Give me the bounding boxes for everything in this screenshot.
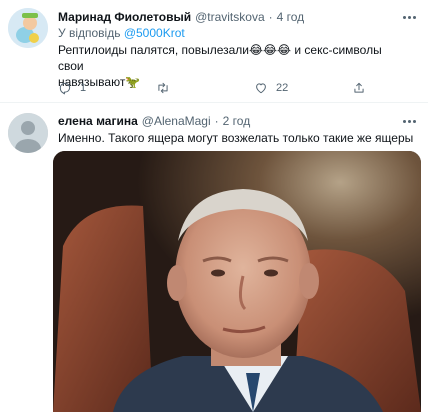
reply-count: 1 <box>80 82 87 94</box>
share-button[interactable] <box>352 80 366 96</box>
reply-icon <box>59 82 71 95</box>
reply-prefix: У відповідь <box>58 26 121 40</box>
timestamp[interactable]: 4 год <box>277 9 305 25</box>
author-handle[interactable]: @travitskova <box>195 9 265 25</box>
like-icon <box>256 83 266 94</box>
avatar[interactable] <box>8 8 48 48</box>
tweet-header: Маринад Фиолетовый @travitskova · 4 год <box>58 9 304 25</box>
avatar[interactable] <box>8 113 48 153</box>
tweet-reply-marinad[interactable]: Маринад Фиолетовый @travitskova · 4 год … <box>0 0 428 102</box>
reply-button[interactable]: 1 <box>58 80 86 96</box>
like-button[interactable]: 22 <box>254 80 288 96</box>
author-handle[interactable]: @AlenaMagi <box>142 113 211 129</box>
reply-to-line: У відповідь @5000Krot <box>58 26 185 40</box>
tweet-reply-elena[interactable]: елена магина @AlenaMagi · 2 год Именно. … <box>0 103 428 412</box>
tweet-text: Именно. Такого ящера могут возжелать тол… <box>58 131 414 145</box>
separator-dot: · <box>214 114 219 128</box>
tweet-header: елена магина @AlenaMagi · 2 год <box>58 113 250 129</box>
action-bar: 1 22 <box>58 80 408 96</box>
share-icon <box>354 82 364 93</box>
retweet-icon <box>158 82 168 94</box>
timestamp[interactable]: 2 год <box>223 113 251 129</box>
author-name[interactable]: елена магина <box>58 113 138 129</box>
photo-portrait-image <box>53 151 421 412</box>
author-name[interactable]: Маринад Фиолетовый <box>58 9 191 25</box>
more-icon[interactable] <box>400 113 418 129</box>
like-count: 22 <box>276 82 289 94</box>
tweet-text-line: Рептилоиды палятся, повылезали😂😂😂 и секс… <box>58 43 382 73</box>
avatar-default-image <box>8 113 48 153</box>
reply-mention-link[interactable]: @5000Krot <box>124 26 185 40</box>
separator-dot: · <box>268 10 273 24</box>
tweet-photo[interactable] <box>53 151 421 412</box>
retweet-button[interactable] <box>156 80 178 96</box>
avatar-cartoon-image <box>8 8 48 48</box>
more-icon[interactable] <box>400 9 418 25</box>
